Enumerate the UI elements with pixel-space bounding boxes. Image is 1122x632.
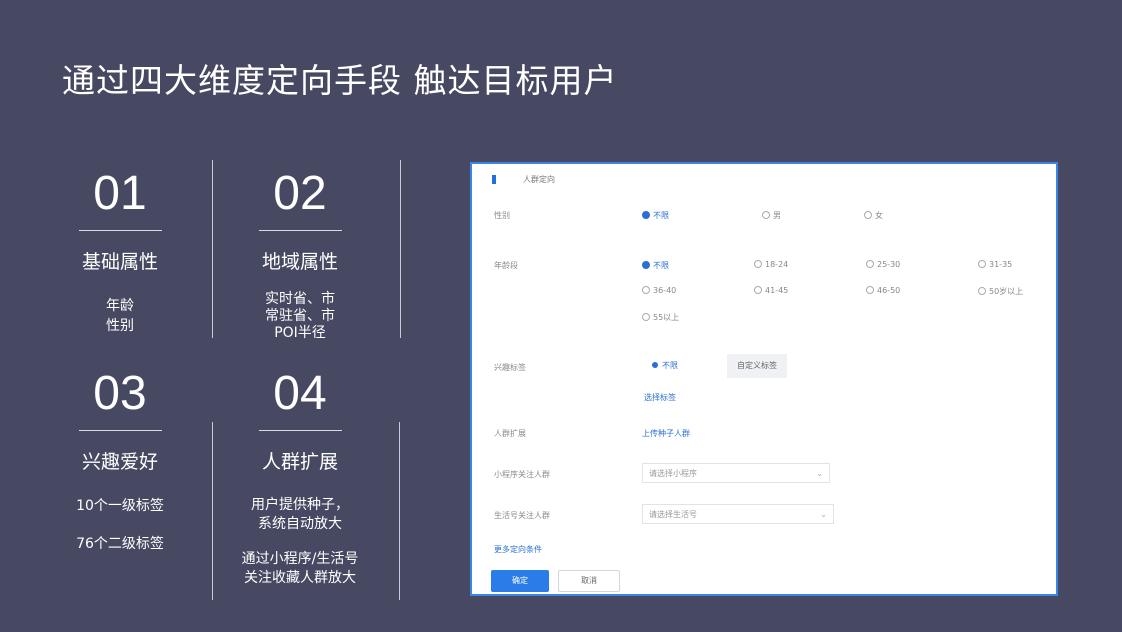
age-option[interactable]: 不限: [642, 260, 669, 271]
gender-option-any[interactable]: 不限: [642, 210, 669, 221]
life-account-label: 生活号关注人群: [494, 511, 550, 520]
dimension-item: 76个二级标签: [76, 536, 164, 552]
dimension-item: 用户提供种子，: [251, 497, 349, 513]
radio-icon: [864, 211, 872, 219]
age-option[interactable]: 36-40: [642, 286, 676, 295]
interest-segment-custom[interactable]: 自定义标签: [727, 354, 787, 378]
divider: [400, 160, 401, 338]
header-accent-bar: [492, 175, 496, 184]
gender-label: 性别: [494, 211, 510, 220]
age-option[interactable]: 46-50: [866, 286, 900, 295]
dimension-name: 兴趣爱好: [81, 451, 158, 473]
dimension-rule: [258, 230, 342, 231]
dimension-number: 04: [273, 367, 327, 420]
age-label: 年龄段: [494, 261, 518, 270]
checkbox-icon: [754, 286, 762, 294]
checkbox-icon: [754, 260, 762, 268]
upload-seed-link[interactable]: 上传种子人群: [642, 428, 690, 439]
targeting-form-screenshot: 人群定向 性别 不限 男 女 年龄段 不限 18-24 25-30 31-35 …: [470, 162, 1058, 596]
dimension-number: 01: [93, 167, 147, 220]
checkbox-icon: [978, 260, 986, 268]
age-option[interactable]: 50岁以上: [978, 286, 1023, 297]
dimension-name: 人群扩展: [261, 451, 338, 473]
checkbox-icon: [866, 286, 874, 294]
dimension-rule: [78, 430, 162, 431]
checkbox-icon: [642, 313, 650, 321]
dimension-item: 关注收藏人群放大: [244, 570, 356, 586]
radio-icon: [762, 211, 770, 219]
dimension-item: POI半径: [274, 325, 326, 341]
dimension-name: 基础属性: [81, 251, 158, 273]
interest-segment-any[interactable]: 不限: [642, 354, 688, 378]
radio-icon: [642, 261, 650, 269]
radio-icon: [652, 362, 658, 368]
more-conditions-link[interactable]: 更多定向条件: [494, 544, 542, 555]
confirm-button[interactable]: 确定: [491, 570, 549, 592]
checkbox-icon: [978, 287, 986, 295]
dimension-item: 实时省、市: [265, 291, 335, 307]
dimension-name: 地域属性: [261, 251, 338, 273]
miniprogram-label: 小程序关注人群: [494, 470, 550, 479]
dimension-item: 通过小程序/生活号: [241, 551, 359, 567]
age-option[interactable]: 55以上: [642, 312, 679, 323]
gender-option-male[interactable]: 男: [762, 210, 781, 221]
divider: [212, 422, 213, 600]
dimension-rule: [258, 430, 342, 431]
dimension-item: 年龄: [106, 298, 134, 314]
checkbox-icon: [642, 286, 650, 294]
age-option[interactable]: 31-35: [978, 260, 1012, 269]
dimension-basic: 01 基础属性 年龄 性别: [45, 166, 195, 336]
dimension-item: 系统自动放大: [258, 516, 342, 532]
chevron-down-icon: ⌄: [820, 510, 827, 519]
divider: [399, 422, 400, 600]
radio-icon: [642, 211, 650, 219]
cancel-button[interactable]: 取消: [558, 570, 620, 592]
dimension-expansion: 04 人群扩展 用户提供种子， 系统自动放大 通过小程序/生活号 关注收藏人群放…: [225, 366, 375, 588]
divider: [212, 160, 213, 338]
dimension-interest: 03 兴趣爱好 10个一级标签 76个二级标签: [45, 366, 195, 554]
gender-option-female[interactable]: 女: [864, 210, 883, 221]
dimension-number: 02: [273, 167, 327, 220]
miniprogram-select[interactable]: 请选择小程序 ⌄: [642, 463, 830, 483]
dimension-item: 性别: [106, 318, 134, 334]
age-option[interactable]: 41-45: [754, 286, 788, 295]
interest-label: 兴趣标签: [494, 363, 526, 372]
age-option[interactable]: 25-30: [866, 260, 900, 269]
dimension-rule: [78, 230, 162, 231]
dimension-item: 10个一级标签: [76, 498, 164, 514]
life-account-select[interactable]: 请选择生活号 ⌄: [642, 504, 834, 524]
age-option[interactable]: 18-24: [754, 260, 788, 269]
dimension-number: 03: [93, 367, 147, 420]
dimension-item: 常驻省、市: [265, 308, 335, 324]
select-tags-link[interactable]: 选择标签: [644, 392, 676, 403]
page-title: 通过四大维度定向手段 触达目标用户: [62, 61, 618, 100]
expansion-label: 人群扩展: [494, 429, 526, 438]
chevron-down-icon: ⌄: [816, 469, 823, 478]
dimension-region: 02 地域属性 实时省、市 常驻省、市 POI半径: [225, 166, 375, 342]
form-header: 人群定向: [523, 175, 555, 184]
checkbox-icon: [866, 260, 874, 268]
